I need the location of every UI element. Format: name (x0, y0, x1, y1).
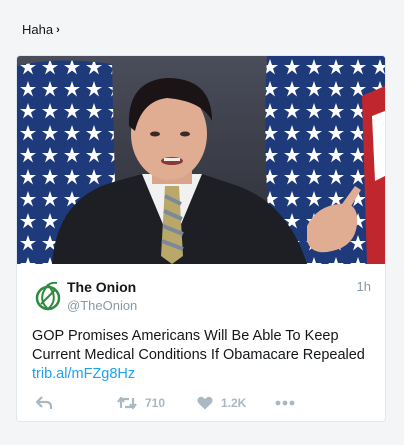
retweet-count: 710 (145, 396, 166, 410)
timeline-header[interactable]: Haha › (22, 22, 60, 37)
tweet-actions: 710 1.2K (32, 393, 372, 413)
like-button[interactable]: 1.2K (197, 396, 246, 410)
chevron-right-icon: › (56, 23, 60, 36)
tweet-timestamp[interactable]: 1h (357, 279, 371, 294)
tweet-text: GOP Promises Americans Will Be Able To K… (32, 327, 372, 384)
author-handle[interactable]: @TheOnion (67, 298, 137, 313)
reply-icon (36, 396, 52, 409)
like-count: 1.2K (221, 396, 247, 410)
onion-logo-icon[interactable] (33, 281, 63, 312)
tweet-body: The Onion @TheOnion 1h GOP Promises Amer… (17, 264, 385, 421)
reply-button[interactable] (36, 396, 52, 410)
more-dots-icon (275, 400, 295, 406)
author-name[interactable]: The Onion (67, 279, 136, 295)
retweet-button[interactable]: 710 (117, 396, 165, 410)
tweet-text-body: GOP Promises Americans Will Be Able To K… (32, 328, 365, 363)
retweet-icon (117, 396, 137, 410)
heart-icon (197, 396, 213, 410)
tweet-link[interactable]: trib.al/mFZg8Hz (32, 365, 372, 384)
more-button[interactable] (275, 400, 295, 406)
tweet-media-image[interactable] (17, 56, 385, 264)
header-label: Haha (22, 22, 54, 37)
tweet-card[interactable]: The Onion @TheOnion 1h GOP Promises Amer… (16, 55, 386, 422)
